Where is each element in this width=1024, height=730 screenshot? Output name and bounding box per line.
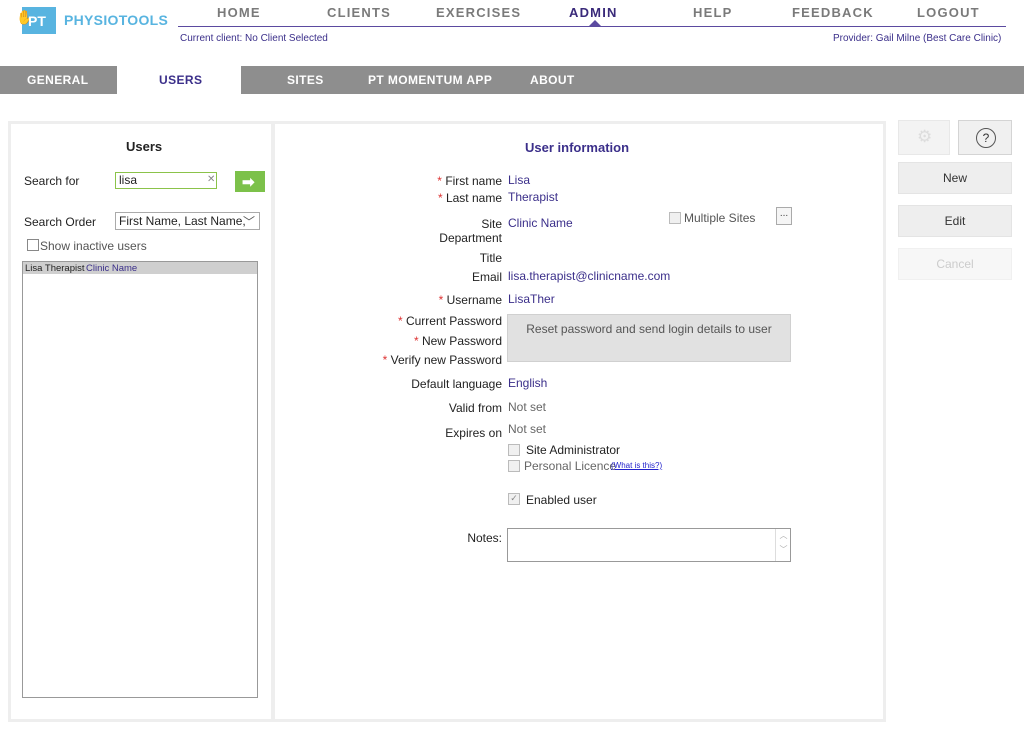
current-client: Current client: No Client Selected	[180, 33, 328, 44]
logo: ✋ PT	[16, 7, 56, 34]
site-picker-button[interactable]: ...	[776, 207, 792, 225]
multiple-sites-label: Multiple Sites	[684, 211, 756, 225]
enabled-user-checkbox[interactable]: ✓	[508, 493, 520, 505]
first-name-label: * First name	[302, 174, 502, 188]
language-value[interactable]: English	[508, 376, 547, 390]
search-input[interactable]: lisa	[115, 172, 217, 189]
reset-password-button[interactable]: Reset password and send login details to…	[507, 314, 791, 362]
expires-on-label: Expires on	[445, 426, 502, 440]
search-order-value: First Name, Last Name,	[119, 214, 246, 228]
clear-icon[interactable]: ✕	[207, 174, 215, 185]
verify-password-label-text: Verify new Password	[390, 353, 502, 367]
user-list[interactable]	[22, 261, 258, 698]
search-order-label: Search Order	[24, 215, 97, 229]
user-name: Lisa Therapist	[25, 263, 85, 274]
username-label: * Username	[302, 293, 502, 307]
arrow-right-icon: ➡	[242, 174, 255, 191]
notes-textarea[interactable]	[507, 528, 791, 562]
valid-from-label: Valid from	[448, 401, 502, 415]
search-order-select[interactable]: First Name, Last Name, ﹀	[115, 212, 260, 230]
title-label: Title	[479, 251, 502, 265]
notes-label: Notes:	[467, 531, 502, 545]
nav-feedback[interactable]: FEEDBACK	[792, 5, 874, 20]
tab-users[interactable]: USERS	[159, 73, 202, 87]
expires-on-value[interactable]: Not set	[508, 422, 546, 436]
nav-home[interactable]: HOME	[217, 5, 261, 20]
current-password-label: * Current Password	[302, 314, 502, 328]
brand-name: PHYSIOTOOLS	[64, 12, 169, 28]
nav-underline	[178, 26, 1006, 27]
verify-password-label: * Verify new Password	[302, 353, 502, 367]
new-button[interactable]: New	[898, 162, 1012, 194]
user-info-panel	[272, 121, 886, 722]
site-admin-checkbox[interactable]	[508, 444, 520, 456]
scroll-up-icon: ︿	[779, 531, 788, 540]
new-password-label-text: New Password	[421, 334, 502, 348]
department-label: Department	[439, 231, 502, 245]
list-item[interactable]: Lisa Therapist Clinic Name	[23, 262, 257, 274]
last-name-label-text: Last name	[445, 191, 502, 205]
notes-scrollbar[interactable]: ︿ ﹀	[775, 529, 791, 561]
enabled-user-label: Enabled user	[526, 493, 597, 507]
help-button[interactable]: ?	[958, 120, 1012, 155]
nav-active-pointer	[589, 20, 601, 26]
site-label: Site	[481, 217, 502, 231]
tab-sites[interactable]: SITES	[287, 73, 324, 87]
scroll-down-icon: ﹀	[779, 545, 788, 554]
valid-from-value[interactable]: Not set	[508, 400, 546, 414]
current-password-label-text: Current Password	[405, 314, 502, 328]
email-label: Email	[471, 270, 502, 284]
required-mark: *	[438, 293, 444, 307]
edit-button[interactable]: Edit	[898, 205, 1012, 237]
user-site: Clinic Name	[86, 263, 138, 274]
users-heading: Users	[126, 139, 163, 154]
required-mark: *	[437, 191, 443, 205]
nav-exercises[interactable]: EXERCISES	[436, 5, 521, 20]
nav-admin[interactable]: ADMIN	[569, 5, 618, 20]
cancel-button[interactable]: Cancel	[898, 248, 1012, 280]
chevron-down-icon: ﹀	[242, 215, 255, 229]
last-name-label: * Last name	[302, 191, 502, 205]
last-name-value[interactable]: Therapist	[508, 190, 558, 204]
user-info-heading: User information	[525, 140, 630, 155]
site-value[interactable]: Clinic Name	[508, 216, 573, 230]
email-value[interactable]: lisa.therapist@clinicname.com	[508, 269, 670, 283]
tab-about[interactable]: ABOUT	[530, 73, 575, 87]
help-icon: ?	[976, 128, 996, 148]
show-inactive-checkbox[interactable]	[27, 239, 39, 251]
personal-licence-label: Personal Licence	[524, 459, 617, 473]
nav-help[interactable]: HELP	[693, 5, 732, 20]
new-password-label: * New Password	[302, 334, 502, 348]
site-admin-label: Site Administrator	[526, 443, 621, 457]
first-name-label-text: First name	[445, 174, 502, 188]
logo-mark: PT	[28, 13, 46, 29]
multiple-sites-checkbox[interactable]	[669, 212, 681, 224]
language-label: Default language	[411, 377, 502, 391]
search-go-button[interactable]: ➡	[235, 171, 265, 192]
search-label: Search for	[24, 174, 80, 188]
nav-logout[interactable]: LOGOUT	[917, 5, 980, 20]
required-mark: *	[397, 314, 403, 328]
what-is-this-link[interactable]: (What is this?)	[611, 461, 662, 470]
username-value[interactable]: LisaTher	[508, 292, 555, 306]
first-name-value[interactable]: Lisa	[508, 173, 530, 187]
required-mark: *	[413, 334, 419, 348]
username-label-text: Username	[446, 293, 502, 307]
settings-button[interactable]: ⚙	[898, 120, 950, 155]
required-mark: *	[437, 174, 442, 188]
personal-licence-checkbox[interactable]	[508, 460, 520, 472]
gear-icon: ⚙	[917, 127, 933, 146]
show-inactive-label: Show inactive users	[40, 239, 147, 253]
provider: Provider: Gail Milne (Best Care Clinic)	[833, 33, 1002, 44]
required-mark: *	[382, 353, 388, 367]
nav-clients[interactable]: CLIENTS	[327, 5, 391, 20]
tab-general[interactable]: GENERAL	[27, 73, 88, 87]
tab-pt-momentum-app[interactable]: PT MOMENTUM APP	[368, 73, 492, 87]
